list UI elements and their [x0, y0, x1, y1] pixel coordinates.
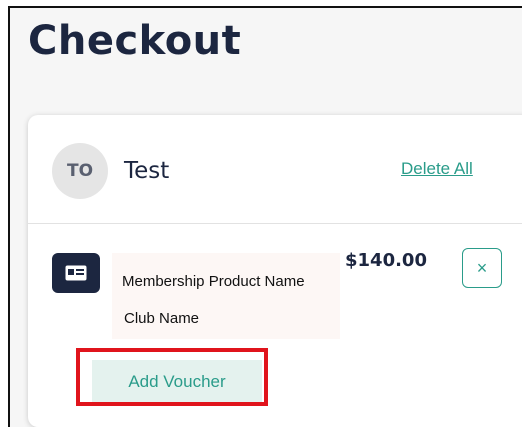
avatar: TO — [52, 143, 108, 199]
cart-card: TO Test Delete All Membership Product Na… — [28, 115, 522, 427]
id-card-icon — [52, 253, 100, 293]
close-icon: × — [476, 257, 488, 278]
customer-name: Test — [124, 158, 170, 184]
add-voucher-button[interactable]: Add Voucher — [92, 360, 262, 404]
product-name: Membership Product Name — [122, 273, 305, 290]
checkout-panel: Checkout TO Test Delete All Membership P… — [8, 6, 522, 427]
page-title: Checkout — [28, 18, 242, 64]
remove-item-button[interactable]: × — [462, 248, 502, 288]
item-price: $140.00 — [345, 250, 427, 271]
customer-header: TO Test Delete All — [28, 115, 522, 224]
product-details: Membership Product Name Club Name — [112, 253, 340, 339]
club-name: Club Name — [124, 310, 200, 327]
delete-all-link[interactable]: Delete All — [401, 159, 473, 179]
